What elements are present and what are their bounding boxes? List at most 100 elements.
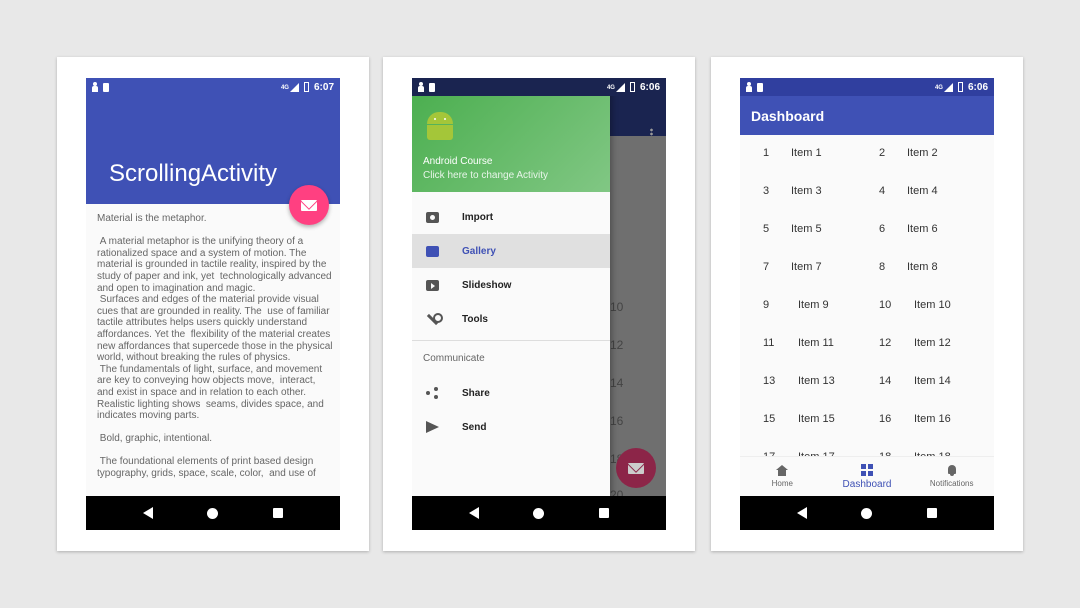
items-grid[interactable]: 1 Item 1 2 Item 2 3 Item 3 4 Item 4 5 Item 5 6 Item… (740, 135, 994, 456)
sim-card-icon (103, 82, 109, 92)
paragraph: A material metaphor is the unifying theo… (97, 236, 333, 422)
grid-item-label: Item 5 (791, 223, 822, 235)
bottom-nav-home[interactable]: Home (740, 457, 825, 496)
paragraph: The foundational elements of print based… (97, 456, 317, 480)
divider (412, 340, 610, 341)
grid-item-number: 10 (879, 299, 892, 311)
bottom-nav-notifications[interactable]: Notifications (909, 457, 994, 496)
screenshot-card-dashboard: 4G 6:06 Dashboard 1 Item 1 2 Item 2 3 Item 3 4… (711, 57, 1023, 551)
drawer-item-share[interactable]: Share (412, 376, 610, 410)
grid-item-label: Item 1 (791, 147, 822, 159)
grid-item[interactable]: 7 Item 7 (763, 261, 822, 273)
status-time: 6:06 (967, 81, 988, 93)
grid-item-label: Item 12 (914, 337, 951, 349)
system-nav-bar (740, 496, 994, 530)
grid-item-number: 9 (763, 299, 770, 311)
drawer-item-tools[interactable]: Tools (412, 302, 610, 336)
drawer-item-label: Import (462, 211, 494, 223)
network-type: 4G (280, 84, 289, 91)
back-icon[interactable] (469, 507, 480, 519)
grid-item-number: 15 (763, 413, 776, 425)
grid-item[interactable]: 10 Item 10 (879, 299, 951, 311)
signal-icon (289, 82, 299, 92)
grid-item[interactable]: 6 Item 6 (879, 223, 938, 235)
signal-icon (943, 82, 953, 92)
screenshot-card-scrolling: 4G 6:07 ScrollingActivity Material is th… (57, 57, 369, 551)
email-fab-button[interactable] (289, 185, 329, 225)
grid-item-number: 7 (763, 261, 770, 273)
grid-item-number: 6 (879, 223, 886, 235)
grid-item-number: 11 (763, 337, 775, 349)
grid-item[interactable]: 9 Item 9 (763, 299, 829, 311)
grid-item-label: Item 8 (907, 261, 938, 273)
person-icon (92, 82, 98, 92)
scroll-content[interactable]: Material is the metaphor. A material met… (97, 213, 333, 491)
grid-item[interactable]: 14 Item 14 (879, 375, 951, 387)
app-bar-title: Dashboard (740, 96, 994, 135)
camera-icon (425, 211, 439, 223)
grid-item-label: Item 16 (914, 413, 951, 425)
screenshot-card-drawer: 4G 6:06 10 12 14 16 18 20 (383, 57, 695, 551)
status-bar: 4G 6:06 (740, 78, 994, 96)
drawer-item-label: Gallery (462, 245, 496, 257)
grid-item[interactable]: 8 Item 8 (879, 261, 938, 273)
grid-item[interactable]: 15 Item 15 (763, 413, 835, 425)
recents-icon[interactable] (272, 508, 283, 518)
home-circle-icon[interactable] (861, 507, 873, 519)
grid-item-number: 3 (763, 185, 770, 197)
drawer-item-import[interactable]: Import (412, 200, 610, 234)
drawer-item-send[interactable]: Send (412, 410, 610, 444)
phone-navigation-drawer: 4G 6:06 10 12 14 16 18 20 (412, 78, 666, 530)
recents-icon[interactable] (598, 508, 609, 518)
grid-item-number: 8 (879, 261, 886, 273)
bottom-nav-label: Dashboard (842, 478, 892, 490)
person-icon (746, 82, 752, 92)
battery-icon (957, 82, 963, 92)
recents-icon[interactable] (926, 508, 937, 518)
status-bar: 4G 6:07 (86, 78, 340, 96)
back-icon[interactable] (143, 507, 154, 519)
drawer-subtitle[interactable]: Click here to change Activity (423, 170, 548, 181)
drawer-header[interactable]: Android Course Click here to change Acti… (412, 96, 610, 192)
back-icon[interactable] (797, 507, 808, 519)
grid-item-number: 16 (879, 413, 892, 425)
share-icon (426, 387, 438, 399)
grid-item[interactable]: 12 Item 12 (879, 337, 951, 349)
sim-card-icon (757, 82, 763, 92)
grid-item[interactable]: 16 Item 16 (879, 413, 951, 425)
drawer-item-slideshow[interactable]: Slideshow (412, 268, 610, 302)
grid-item[interactable]: 3 Item 3 (763, 185, 822, 197)
network-type: 4G (934, 84, 943, 91)
home-circle-icon[interactable] (533, 507, 545, 519)
grid-item-label: Item 2 (907, 147, 938, 159)
grid-item-label: Item 9 (798, 299, 829, 311)
grid-item-label: Item 6 (907, 223, 938, 235)
grid-item-label: Item 4 (907, 185, 938, 197)
grid-item[interactable]: 1 Item 1 (763, 147, 822, 159)
section-label: Communicate (423, 353, 485, 364)
grid-item[interactable]: 2 Item 2 (879, 147, 938, 159)
signal-icon (615, 82, 625, 92)
gallery-icon (425, 245, 439, 257)
android-logo-icon (425, 112, 455, 140)
bottom-nav-dashboard[interactable]: Dashboard (825, 457, 910, 496)
drawer-item-label: Send (462, 421, 487, 433)
background-number: 10 (610, 300, 624, 314)
grid-item-number: 12 (879, 337, 892, 349)
email-icon (628, 462, 644, 474)
drawer-item-label: Share (462, 387, 490, 399)
grid-item-label: Item 15 (798, 413, 835, 425)
paragraph: Bold, graphic, intentional. (97, 433, 213, 445)
home-circle-icon[interactable] (207, 507, 219, 519)
grid-item[interactable]: 5 Item 5 (763, 223, 822, 235)
grid-item-number: 13 (763, 375, 776, 387)
grid-item[interactable]: 13 Item 13 (763, 375, 835, 387)
grid-item[interactable]: 11 Item 11 (763, 337, 834, 349)
slideshow-icon (425, 279, 439, 291)
grid-item[interactable]: 4 Item 4 (879, 185, 938, 197)
phone-scrolling-activity: 4G 6:07 ScrollingActivity Material is th… (86, 78, 340, 530)
drawer-item-gallery[interactable]: Gallery (412, 234, 610, 268)
grid-item-label: Item 10 (914, 299, 951, 311)
dimmed-email-fab (616, 448, 656, 488)
background-number: 14 (610, 376, 624, 390)
